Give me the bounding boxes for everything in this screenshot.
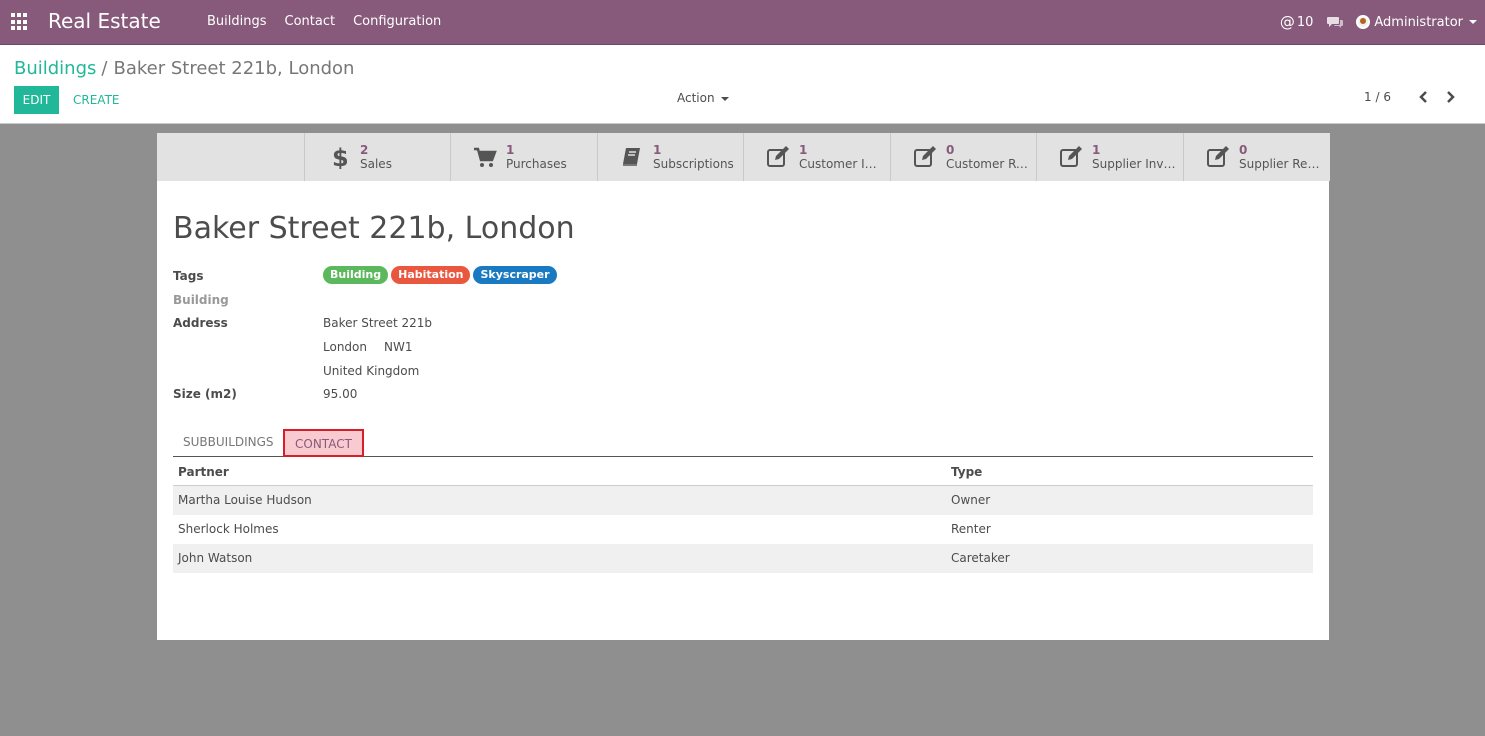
column-header-partner[interactable]: Partner	[178, 458, 229, 487]
menu-item-configuration[interactable]: Configuration	[353, 14, 441, 29]
edit-button[interactable]: EDIT	[14, 86, 59, 114]
stat-value: 2	[360, 143, 369, 157]
tags-label: Tags	[173, 269, 204, 283]
partner-cell: Martha Louise Hudson	[178, 493, 312, 507]
pager-value[interactable]: 1 / 6	[1364, 90, 1391, 104]
table-row[interactable]: John Watson Caretaker	[173, 544, 1313, 573]
breadcrumb-buildings[interactable]: Buildings	[14, 58, 96, 79]
address-street: Baker Street 221b	[323, 316, 433, 330]
smart-button-box: $ 2 Sales 1 Purchases 1 Subscriptions 1 …	[157, 133, 1330, 181]
stat-label: Subscriptions	[653, 157, 734, 171]
stat-value: 1	[1092, 143, 1101, 157]
user-menu[interactable]: Administrator	[1374, 15, 1477, 30]
stat-value: 1	[653, 143, 662, 157]
supplier-refunds-smart-button[interactable]: 0 Supplier Refunds	[1183, 133, 1330, 181]
stat-label: Customer Refunds	[946, 157, 1030, 171]
table-header: Partner Type	[173, 458, 1313, 486]
user-avatar[interactable]	[1356, 15, 1371, 29]
address-label: Address	[173, 316, 228, 330]
chevron-left-icon[interactable]	[1417, 90, 1431, 104]
record-title: Baker Street 221b, London	[173, 211, 575, 246]
supplier-invoices-smart-button[interactable]: 1 Supplier Invoices	[1036, 133, 1183, 181]
mentions-button[interactable]: @ 10	[1280, 13, 1314, 31]
size-value: 95.00	[323, 387, 358, 401]
stat-label: Purchases	[506, 157, 567, 171]
customer-refunds-smart-button[interactable]: 0 Customer Refunds	[890, 133, 1037, 181]
type-cell: Caretaker	[951, 551, 1010, 565]
action-dropdown[interactable]: Action	[677, 91, 729, 105]
tab-contact[interactable]: CONTACT	[283, 429, 364, 457]
create-button[interactable]: CREATE	[73, 93, 120, 107]
edit-icon	[914, 146, 936, 167]
address-zip: NW1	[384, 340, 413, 354]
stat-label: Supplier Refunds	[1239, 157, 1323, 171]
stat-label: Sales	[360, 157, 392, 171]
svg-text:$: $	[332, 145, 349, 169]
tag-habitation[interactable]: Habitation	[391, 266, 471, 284]
tag-building[interactable]: Building	[323, 266, 389, 284]
table-row[interactable]: Martha Louise Hudson Owner	[173, 486, 1313, 515]
stat-value: 0	[946, 143, 955, 157]
menu-item-contact[interactable]: Contact	[285, 14, 336, 29]
subscriptions-smart-button[interactable]: 1 Subscriptions	[597, 133, 744, 181]
action-label: Action	[677, 91, 715, 105]
pager: 1 / 6	[1364, 90, 1457, 104]
sales-smart-button[interactable]: $ 2 Sales	[304, 133, 451, 181]
main-menu: Buildings Contact Configuration	[207, 14, 459, 29]
edit-icon	[1060, 146, 1082, 167]
at-icon: @	[1279, 13, 1295, 31]
breadcrumb-current: Baker Street 221b, London	[113, 58, 355, 79]
user-name: Administrator	[1374, 14, 1463, 30]
stat-label: Supplier Invoices	[1092, 157, 1176, 171]
type-cell: Owner	[951, 493, 991, 507]
breadcrumb-separator: /	[101, 58, 108, 79]
apps-grid-icon[interactable]	[11, 13, 29, 31]
app-brand[interactable]: Real Estate	[48, 9, 161, 33]
form-sheet: $ 2 Sales 1 Purchases 1 Subscriptions 1 …	[157, 133, 1330, 640]
tags-field[interactable]: Building Habitation Skyscraper	[323, 266, 560, 284]
menu-item-buildings[interactable]: Buildings	[207, 14, 267, 29]
stat-label: Customer Invoices	[799, 157, 883, 171]
table-row[interactable]: Sherlock Holmes Renter	[173, 515, 1313, 544]
edit-icon	[1207, 146, 1229, 167]
systray: @ 10 Administrator	[1280, 13, 1477, 31]
notebook-tabs: SUBBUILDINGS CONTACT	[173, 429, 1313, 457]
shopping-cart-icon	[474, 147, 497, 167]
tab-subbuildings[interactable]: SUBBUILDINGS	[173, 429, 284, 457]
dollar-icon: $	[332, 145, 349, 169]
size-label: Size (m2)	[173, 387, 237, 401]
caret-down-icon	[720, 96, 729, 101]
customer-invoices-smart-button[interactable]: 1 Customer Invoices	[743, 133, 890, 181]
stat-value: 1	[799, 143, 808, 157]
chevron-right-icon[interactable]	[1443, 90, 1457, 104]
type-cell: Renter	[951, 522, 991, 536]
purchases-smart-button[interactable]: 1 Purchases	[450, 133, 597, 181]
partner-cell: Sherlock Holmes	[178, 522, 279, 536]
caret-down-icon	[1469, 20, 1477, 24]
chat-bubbles-icon[interactable]	[1327, 16, 1344, 29]
breadcrumb: Buildings / Baker Street 221b, London	[14, 58, 354, 79]
top-navbar: Real Estate Buildings Contact Configurat…	[0, 0, 1485, 45]
building-label: Building	[173, 293, 229, 307]
tag-skyscraper[interactable]: Skyscraper	[473, 266, 557, 284]
contacts-table: Partner Type Martha Louise Hudson Owner …	[173, 458, 1313, 573]
column-header-type[interactable]: Type	[951, 458, 982, 487]
edit-icon	[767, 146, 789, 167]
stat-value: 0	[1239, 143, 1248, 157]
address-city: London	[323, 340, 367, 354]
partner-cell: John Watson	[178, 551, 253, 565]
control-panel: Buildings / Baker Street 221b, London EDIT…	[0, 45, 1485, 124]
mentions-count: 10	[1296, 14, 1314, 30]
address-country: United Kingdom	[323, 364, 420, 378]
book-icon	[623, 148, 640, 166]
stat-value: 1	[506, 143, 515, 157]
